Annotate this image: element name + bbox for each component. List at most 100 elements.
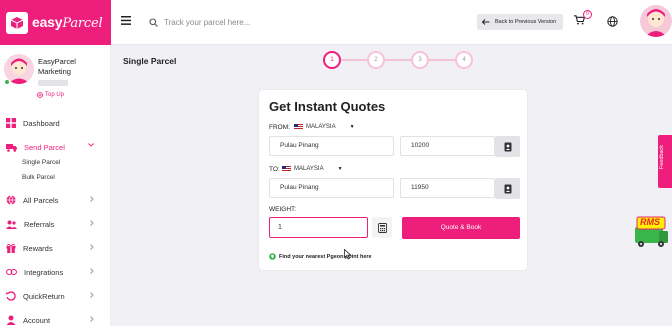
sidebar-item-label: Account	[23, 315, 51, 325]
online-status-dot	[4, 79, 10, 85]
step-2: 2	[367, 51, 385, 69]
chevron-right-icon	[90, 316, 94, 322]
sidebar-item-send-parcel[interactable]: Send Parcel	[0, 135, 111, 159]
rms-promo-badge[interactable]: RMS	[632, 213, 670, 251]
feedback-tab[interactable]: Feedback	[658, 135, 672, 188]
sidebar-item-label: Send Parcel	[24, 142, 65, 152]
user-avatar[interactable]	[640, 5, 672, 37]
globe-icon	[6, 195, 16, 205]
cart-count-badge: 0	[583, 10, 592, 19]
sidebar-item-quickreturn[interactable]: QuickReturn	[0, 284, 111, 308]
search-icon	[149, 17, 158, 27]
sidebar-item-label: Dashboard	[23, 118, 60, 128]
user-icon	[6, 315, 16, 325]
profile-name: EasyParcel Marketing	[38, 57, 76, 76]
find-pgeon-point-link[interactable]: Find your nearest Pgeon point here	[269, 253, 372, 260]
sidebar-item-label: Rewards	[23, 243, 53, 253]
chevron-right-icon	[90, 196, 94, 202]
sidebar-subitem-single-parcel[interactable]: Single Parcel	[22, 159, 60, 166]
chevron-right-icon	[90, 244, 94, 250]
sidebar-item-all-parcels[interactable]: All Parcels	[0, 188, 111, 212]
weight-calculator-button[interactable]	[372, 217, 392, 238]
sidebar-item-account[interactable]: Account	[0, 308, 111, 326]
profile-balance-masked	[38, 80, 68, 86]
main-content: Single Parcel 1 2 3 4 Get Instant Quotes…	[111, 45, 672, 326]
step-3: 3	[411, 51, 429, 69]
step-connector	[429, 59, 455, 61]
to-address-book-button[interactable]	[495, 178, 520, 199]
step-1: 1	[323, 51, 341, 69]
malaysia-flag-icon	[282, 166, 291, 172]
track-parcel-input[interactable]	[164, 17, 314, 27]
sidebar-item-dashboard[interactable]: Dashboard	[0, 111, 111, 135]
weight-input[interactable]	[269, 217, 368, 238]
top-up-label: Top Up	[45, 92, 65, 98]
search-bar	[149, 14, 319, 30]
step-4: 4	[455, 51, 473, 69]
step-connector	[385, 59, 411, 61]
link-icon	[6, 268, 17, 276]
chevron-right-icon	[90, 220, 94, 226]
from-country-select[interactable]: MALAYSIA ▼	[294, 124, 355, 130]
back-to-previous-version-label: Back to Previous Version	[495, 19, 557, 25]
step-connector	[341, 59, 367, 61]
gift-icon	[6, 243, 16, 253]
from-state-field[interactable]: Pulau Pinang	[269, 136, 394, 156]
malaysia-flag-icon	[294, 124, 303, 130]
referrals-icon	[6, 220, 17, 229]
sidebar: EasyParcel Marketing Top Up Dashboard Se…	[0, 45, 111, 326]
arrow-left-icon	[482, 19, 490, 25]
dashboard-icon	[6, 118, 16, 128]
step-progress: 1 2 3 4	[323, 51, 483, 69]
location-pin-icon	[269, 253, 276, 260]
sidebar-item-label: Integrations	[24, 267, 64, 277]
brand-logo[interactable]: easyParcel	[0, 0, 111, 45]
return-icon	[6, 291, 16, 301]
address-book-icon	[504, 184, 512, 194]
truck-icon	[6, 143, 17, 152]
chevron-down-icon	[88, 143, 94, 147]
to-country-select[interactable]: MALAYSIA ▼	[282, 166, 343, 172]
parcel-box-icon	[6, 11, 28, 34]
hamburger-menu-icon[interactable]	[121, 16, 131, 25]
rms-label: RMS	[640, 217, 660, 227]
sidebar-subitem-bulk-parcel[interactable]: Bulk Parcel	[22, 174, 55, 181]
brand-name-bold: easy	[32, 14, 63, 30]
feedback-label: Feedback	[659, 145, 665, 170]
sidebar-item-rewards[interactable]: Rewards	[0, 236, 111, 260]
chevron-right-icon	[90, 292, 94, 298]
to-label: TO:	[269, 166, 280, 173]
profile-block: EasyParcel Marketing Top Up	[0, 45, 111, 105]
sidebar-item-label: Referrals	[24, 219, 55, 229]
quote-and-book-button[interactable]: Quote & Book	[402, 217, 520, 239]
brand-name-script: Parcel	[62, 16, 103, 31]
address-book-icon	[504, 142, 512, 152]
sidebar-item-referrals[interactable]: Referrals	[0, 212, 111, 236]
top-header: Back to Previous Version 0	[111, 0, 672, 45]
top-up-link[interactable]: Top Up	[37, 92, 64, 98]
from-postcode-field[interactable]: 10200	[400, 136, 495, 156]
language-globe-icon[interactable]	[607, 16, 618, 27]
back-to-previous-version-button[interactable]: Back to Previous Version	[477, 14, 563, 30]
instant-quote-card: Get Instant Quotes FROM: MALAYSIA ▼ Pula…	[259, 90, 527, 270]
brand-name: easyParcel	[32, 14, 103, 31]
from-label: FROM:	[269, 124, 290, 131]
sidebar-item-integrations[interactable]: Integrations	[0, 260, 111, 284]
weight-label: WEIGHT:	[269, 206, 297, 213]
to-postcode-field[interactable]: 11950	[400, 178, 495, 198]
to-country-value: MALAYSIA	[294, 166, 324, 172]
quote-card-title: Get Instant Quotes	[269, 99, 386, 114]
from-address-book-button[interactable]	[495, 136, 520, 157]
sidebar-item-label: QuickReturn	[23, 291, 65, 301]
find-pgeon-point-label: Find your nearest Pgeon point here	[279, 253, 372, 260]
plus-circle-icon	[37, 92, 43, 98]
to-state-field[interactable]: Pulau Pinang	[269, 178, 394, 198]
caret-down-icon: ▼	[349, 124, 355, 130]
caret-down-icon: ▼	[337, 166, 343, 172]
calculator-icon	[377, 222, 387, 233]
chevron-right-icon	[90, 268, 94, 274]
page-title: Single Parcel	[123, 56, 177, 66]
from-country-value: MALAYSIA	[306, 124, 336, 130]
mouse-cursor-icon	[344, 249, 352, 260]
sidebar-item-label: All Parcels	[23, 195, 59, 205]
